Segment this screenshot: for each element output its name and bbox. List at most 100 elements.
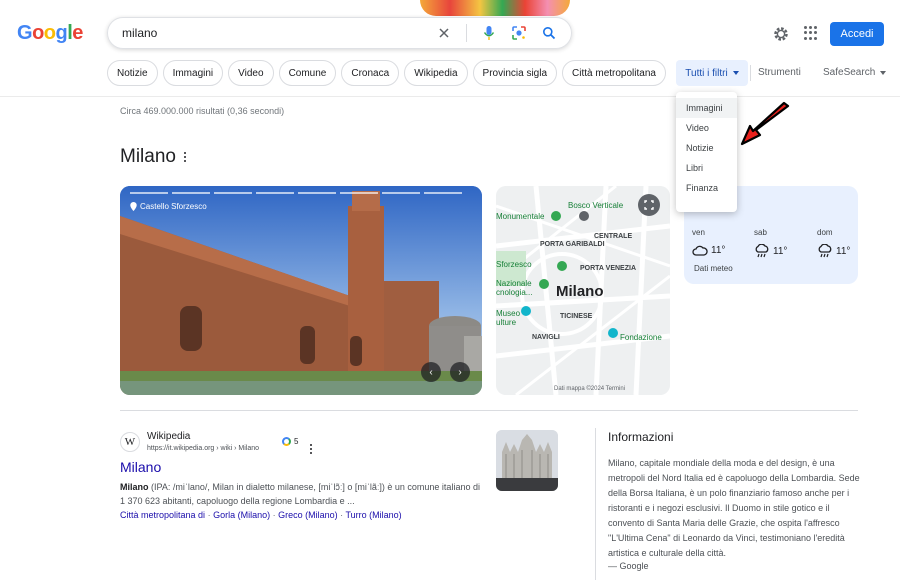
microphone-icon[interactable] [481, 25, 497, 41]
search-box[interactable] [107, 17, 572, 49]
chip-notizie[interactable]: Notizie [107, 60, 158, 86]
result-badge[interactable]: 5 [282, 437, 298, 446]
weather-day: sab [754, 228, 767, 237]
all-filters-label: Tutti i filtri [685, 67, 728, 79]
chip-citta-metropolitana[interactable]: Città metropolitana [562, 60, 666, 86]
info-heading: Informazioni [608, 430, 674, 444]
info-divider [595, 428, 596, 580]
weather-forecast: 11° [754, 244, 787, 258]
duomo-thumbnail[interactable] [496, 430, 558, 491]
weather-day: dom [817, 228, 833, 237]
logo-letter: o [32, 22, 44, 44]
filter-chips: Notizie Immagini Video Comune Cronaca Wi… [107, 60, 666, 86]
map-label: PORTA VENEZIA [580, 265, 637, 272]
map-label: ulture [496, 318, 517, 327]
weather-day: ven [692, 228, 705, 237]
map-label: Nazionale [496, 279, 532, 288]
chip-immagini[interactable]: Immagini [162, 60, 224, 86]
sublink-separator: · [272, 510, 276, 520]
location-pin-icon [130, 202, 137, 211]
map-label: Sforzesco [496, 260, 532, 269]
sublink[interactable]: Greco (Milano) [278, 510, 338, 520]
rain-cloud-icon [755, 244, 769, 258]
map-label: Bosco Verticale [568, 201, 624, 210]
all-filters-button[interactable]: Tutti i filtri [676, 60, 748, 86]
map-label: NAVIGLI [532, 334, 560, 341]
sublink[interactable]: Gorla (Milano) [213, 510, 270, 520]
chip-video[interactable]: Video [228, 60, 274, 86]
result-site-name[interactable]: Wikipedia [147, 431, 190, 442]
logo-letter: e [72, 22, 83, 44]
prev-photo-button[interactable]: ‹ [421, 362, 441, 382]
menu-item-notizie[interactable]: Notizie [676, 138, 737, 158]
sublink-separator: · [207, 510, 211, 520]
map-label: PORTA GARIBALDI [540, 241, 605, 248]
map-label: CENTRALE [594, 233, 633, 240]
menu-item-immagini[interactable]: Immagini [676, 98, 737, 118]
chip-cronaca[interactable]: Cronaca [341, 60, 400, 86]
map-label: cnologia... [496, 288, 533, 297]
google-logo[interactable]: Google [17, 22, 83, 45]
photo-caption: Castello Sforzesco [140, 202, 207, 211]
wikipedia-favicon-icon[interactable]: W [120, 432, 140, 452]
snippet-bold: Milano [120, 482, 149, 492]
weather-temp: 11° [711, 244, 726, 256]
snippet-text: (IPA: /miˈlano/, Milan in dialetto milan… [120, 482, 480, 506]
toolbar-divider [750, 65, 751, 81]
expand-map-icon[interactable] [638, 194, 660, 216]
weather-temp: 11° [773, 245, 788, 257]
safesearch-button[interactable]: SafeSearch [823, 67, 887, 78]
cloud-icon [692, 245, 708, 256]
lens-icon[interactable] [511, 25, 527, 41]
result-more-options-icon[interactable] [310, 444, 312, 454]
logo-letter: g [55, 22, 68, 44]
result-sublinks: Città metropolitana di · Gorla (Milano) … [120, 510, 402, 520]
rain-cloud-icon [818, 244, 832, 258]
duomo-illustration [496, 430, 558, 491]
google-doodle[interactable] [420, 0, 570, 16]
weather-source-link[interactable]: Dati meteo [694, 264, 733, 273]
menu-item-finanza[interactable]: Finanza [676, 178, 737, 198]
chip-comune[interactable]: Comune [278, 60, 337, 86]
search-icon[interactable] [541, 25, 557, 41]
weather-temp: 11° [836, 245, 851, 257]
next-photo-button[interactable]: › [450, 362, 470, 382]
result-title-link[interactable]: Milano [120, 459, 161, 475]
caret-down-icon [732, 71, 739, 75]
city-map[interactable]: Monumentale Bosco Verticale CENTRALE POR… [496, 186, 670, 395]
castle-photo[interactable]: Castello Sforzesco ‹ › [120, 186, 482, 395]
photo-progress-bars [130, 192, 462, 194]
caret-down-icon [880, 70, 887, 75]
tools-button[interactable]: Strumenti [758, 67, 801, 78]
kp-title-text: Milano [120, 146, 176, 167]
menu-item-video[interactable]: Video [676, 118, 737, 138]
info-description: Milano, capitale mondiale della moda e d… [608, 458, 860, 558]
info-source: — Google [608, 561, 649, 571]
chip-wikipedia[interactable]: Wikipedia [404, 60, 468, 86]
map-city-label: Milano [556, 283, 604, 300]
logo-letter: G [17, 22, 33, 44]
menu-item-libri[interactable]: Libri [676, 158, 737, 178]
signin-button[interactable]: Accedi [830, 22, 884, 46]
more-options-icon[interactable] [183, 152, 186, 162]
sublink[interactable]: Città metropolitana di [120, 510, 205, 520]
map-label: TICINESE [560, 313, 593, 320]
map-label: Fondazione [620, 333, 662, 342]
clear-icon[interactable] [436, 25, 452, 41]
sublink[interactable]: Turro (Milano) [346, 510, 402, 520]
weather-forecast: 11° [692, 244, 725, 256]
ring-icon [282, 437, 291, 446]
header-divider [0, 96, 900, 97]
result-snippet: Milano (IPA: /miˈlano/, Milan in dialett… [120, 480, 480, 508]
map-label: Museo [496, 309, 521, 318]
chip-provincia-sigla[interactable]: Provincia sigla [472, 60, 558, 86]
search-input[interactable] [122, 26, 436, 40]
result-url[interactable]: https://it.wikipedia.org › wiki › Milano [147, 445, 259, 452]
weather-forecast: 11° [817, 244, 850, 258]
filters-dropdown-menu: Immagini Video Notizie Libri Finanza [676, 92, 737, 212]
map-footer: Dati mappa ©2024 Termini [554, 386, 626, 392]
settings-gear-icon[interactable] [772, 25, 790, 43]
red-arrow-annotation-icon [740, 101, 790, 146]
section-divider [120, 410, 858, 411]
apps-grid-icon[interactable] [804, 26, 818, 40]
